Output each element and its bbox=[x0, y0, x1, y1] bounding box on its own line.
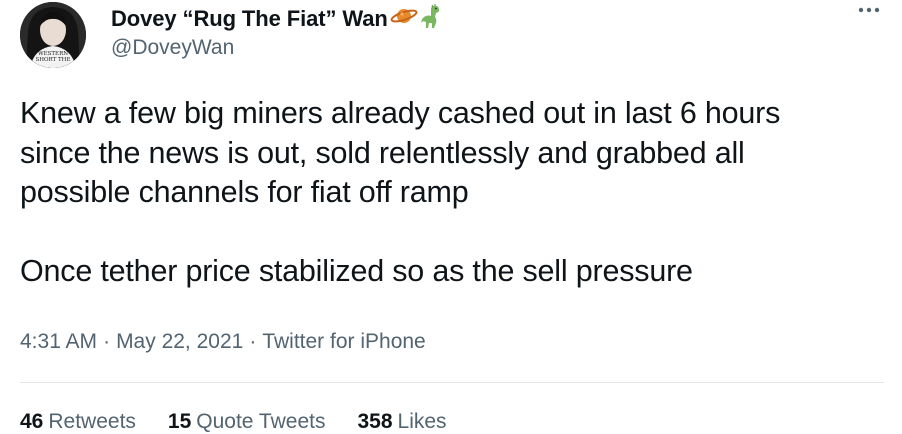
retweets-label: Retweets bbox=[48, 410, 136, 433]
likes-stat[interactable]: 358 Likes bbox=[357, 410, 446, 434]
likes-label: Likes bbox=[397, 410, 447, 433]
quote-tweets-count: 15 bbox=[167, 410, 192, 433]
retweets-count: 46 bbox=[20, 410, 44, 433]
tweet-paragraph: Once tether price stabilized so as the s… bbox=[20, 253, 693, 288]
more-options-icon[interactable] bbox=[854, 0, 884, 20]
tweet-time[interactable]: 4:31 AM bbox=[20, 330, 97, 353]
tweet-paragraph: Knew a few big miners already cashed out… bbox=[20, 96, 781, 209]
likes-count: 358 bbox=[357, 410, 393, 433]
author-name-row: Dovey “Rug The Fiat” Wan bbox=[111, 3, 442, 34]
author-display-name[interactable]: Dovey “Rug The Fiat” Wan bbox=[111, 6, 388, 32]
avatar-caption-line-2: SHORT THE bbox=[35, 57, 70, 63]
retweets-stat[interactable]: 46 Retweets bbox=[20, 410, 136, 434]
quote-tweets-stat[interactable]: 15 Quote Tweets bbox=[168, 410, 326, 434]
planet-emoji-icon bbox=[390, 5, 418, 32]
divider bbox=[20, 382, 884, 383]
tweet-source[interactable]: Twitter for iPhone bbox=[262, 330, 425, 353]
tweet-stats: 46 Retweets 15 Quote Tweets 358 Likes bbox=[20, 410, 479, 434]
tweet-text: Knew a few big miners already cashed out… bbox=[20, 94, 890, 291]
dinosaur-emoji-icon bbox=[420, 3, 442, 34]
avatar[interactable]: WESTERN SHORT THE bbox=[20, 2, 86, 68]
meta-separator: · bbox=[103, 330, 111, 353]
tweet-date[interactable]: May 22, 2021 bbox=[116, 330, 243, 353]
tweet-meta: 4:31 AM · May 22, 2021 · Twitter for iPhone bbox=[20, 330, 426, 354]
quote-tweets-label: Quote Tweets bbox=[196, 410, 326, 433]
avatar-image: WESTERN SHORT THE bbox=[20, 2, 86, 68]
author-handle[interactable]: @DoveyWan bbox=[111, 36, 234, 60]
meta-separator: · bbox=[249, 330, 257, 353]
